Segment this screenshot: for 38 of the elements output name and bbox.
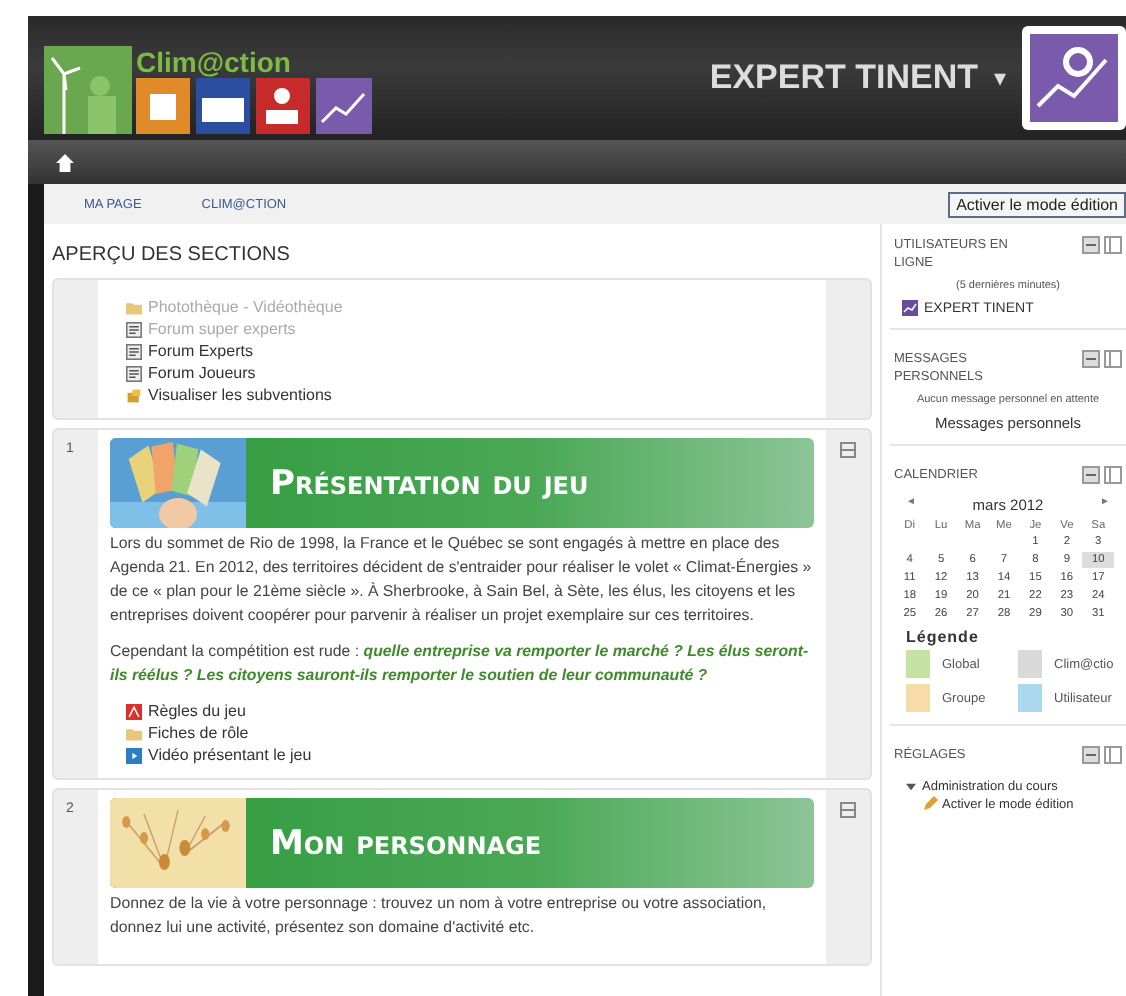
banner-title: Présentation du jeu: [268, 463, 589, 503]
activity-link[interactable]: Forum Joueurs: [148, 362, 256, 384]
page-title: APERÇU DES SECTIONS: [52, 244, 292, 266]
legend-swatch[interactable]: [906, 650, 930, 678]
legend-swatch[interactable]: [906, 684, 930, 712]
home-icon[interactable]: [56, 153, 74, 171]
legend-title: Légende: [906, 628, 981, 646]
user-name[interactable]: EXPERT TINENT: [709, 58, 978, 98]
forum-icon: [126, 321, 142, 337]
block-controls-icon[interactable]: [1082, 746, 1122, 764]
folder-icon: [126, 299, 142, 315]
activity-link[interactable]: Forum Experts: [148, 340, 253, 362]
forum-icon: [126, 343, 142, 359]
legend-swatch[interactable]: [1018, 684, 1042, 712]
logo-text: Clim@ction: [136, 46, 293, 78]
video-icon: [126, 747, 142, 763]
wind-turbine-drawing: [44, 46, 132, 134]
banner-title: Mon personnage: [268, 823, 542, 863]
activity-link[interactable]: Fiches de rôle: [148, 722, 249, 744]
folder-icon: [126, 725, 142, 741]
coins-icon: [126, 387, 142, 403]
forum-icon: [126, 365, 142, 381]
collapse-icon[interactable]: [840, 442, 856, 458]
block-controls-icon[interactable]: [1082, 466, 1122, 484]
legend-swatch[interactable]: [1018, 650, 1042, 678]
edit-mode-button[interactable]: Activer le mode édition: [948, 191, 1126, 217]
pencil-icon: [922, 796, 938, 812]
avatar-icon: [902, 300, 918, 316]
activity-link[interactable]: Visualiser les subventions: [148, 384, 332, 406]
activity-link[interactable]: Vidéo présentant le jeu: [148, 744, 312, 766]
block-controls-icon[interactable]: [1082, 236, 1122, 254]
pdf-icon: [126, 703, 142, 719]
collapse-icon[interactable]: [840, 802, 856, 818]
block-controls-icon[interactable]: [1082, 350, 1122, 368]
activity-link[interactable]: Règles du jeu: [148, 700, 246, 722]
expanded-arrow-icon[interactable]: [906, 782, 916, 792]
avatar-icon[interactable]: [1022, 26, 1126, 130]
user-menu-caret[interactable]: ▾: [994, 64, 1006, 92]
